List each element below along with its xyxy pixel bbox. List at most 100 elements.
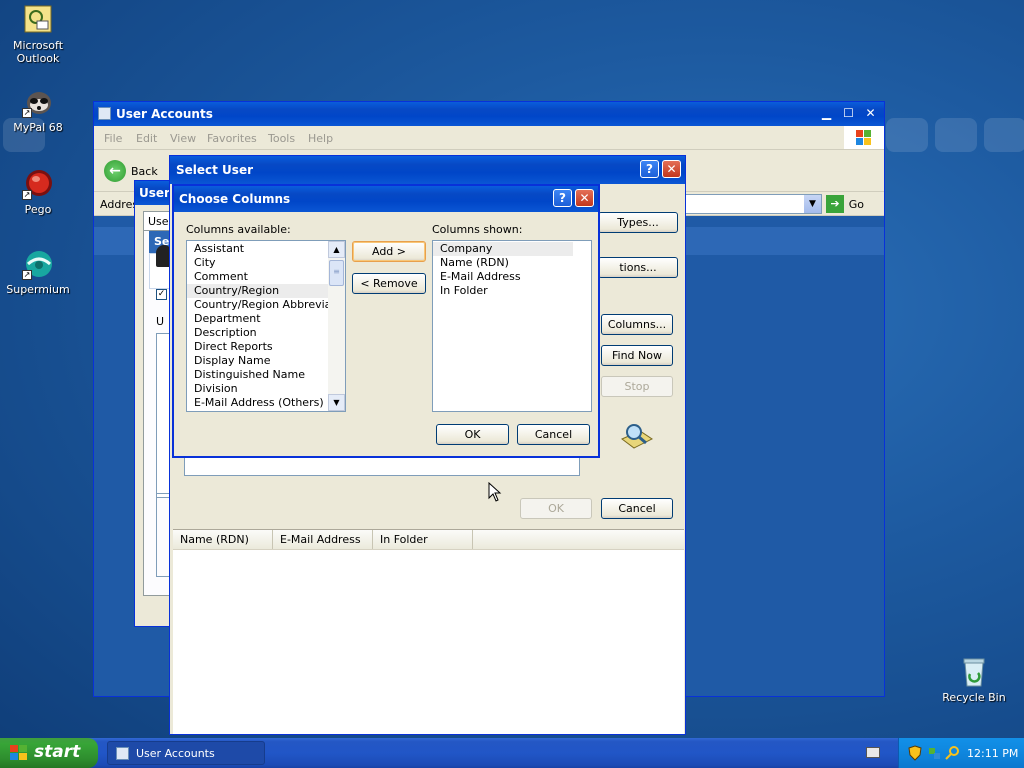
security-shield-icon[interactable] [908,745,922,764]
desktop-icon-supermium[interactable]: ↗ Supermium [0,248,76,296]
back-arrow-icon[interactable]: ← [104,160,126,182]
maximize-button[interactable]: ☐ [839,105,858,123]
scroll-thumb[interactable]: ≡ [329,260,344,286]
cancel-button[interactable]: Cancel [517,424,590,445]
clock[interactable]: 12:11 PM [967,747,1018,760]
remove-button[interactable]: < Remove [352,273,426,294]
desktop-icon-pego[interactable]: ↗ Pego [0,168,76,216]
column-header-name[interactable]: Name (RDN) [173,530,273,549]
window-app-icon [98,107,111,120]
pego-icon: ↗ [22,168,54,200]
desktop-tile [935,118,977,152]
vertical-scrollbar[interactable]: ▲ ≡ ▼ [328,241,345,411]
shown-column-item[interactable]: Company [433,242,573,256]
search-icon[interactable] [945,745,959,764]
ok-button[interactable]: OK [520,498,592,519]
task-app-icon [116,747,129,760]
keyboard-icon[interactable] [866,747,880,758]
search-input-box[interactable] [184,456,580,476]
dropdown-arrow-icon[interactable]: ▼ [804,195,821,213]
available-column-item[interactable]: Direct Reports [187,340,329,354]
checkbox[interactable]: ✓ [156,289,167,300]
user-accounts-titlebar[interactable]: User Accounts ▁ ☐ ✕ [94,102,884,126]
shown-items: Company Name (RDN) E-Mail Address In Folder [433,242,573,298]
window-title: User Accounts [116,107,213,121]
start-button[interactable]: start [0,738,98,768]
choose-columns-dialog: Choose Columns ? ✕ Columns available: As… [172,184,600,458]
locations-button[interactable]: tions... [598,257,678,278]
menu-favorites[interactable]: Favorites [207,132,257,145]
dialog-title: Select User [176,163,254,177]
available-column-item[interactable]: Distinguished Name [187,368,329,382]
columns-shown-list[interactable]: Company Name (RDN) E-Mail Address In Folder [432,240,592,412]
column-header-email[interactable]: E-Mail Address [273,530,373,549]
cancel-button[interactable]: Cancel [601,498,673,519]
available-column-item[interactable]: City [187,256,329,270]
close-button[interactable]: ✕ [861,105,880,123]
column-header-folder[interactable]: In Folder [373,530,473,549]
menu-help[interactable]: Help [308,132,333,145]
desktop-icon-label: Recycle Bin [942,691,1006,704]
available-items: Assistant City Comment Country/Region Countr… [187,242,329,410]
desktop-icon-outlook[interactable]: Microsoft Outlook [0,4,76,65]
windows-logo-icon [844,126,884,149]
outlook-icon [22,4,54,36]
recycle-bin-icon [958,656,990,688]
windows-flag-icon [10,745,28,766]
object-types-button[interactable]: Types... [598,212,678,233]
mypal-icon: ↗ [22,86,54,118]
task-label: User Accounts [136,747,215,760]
menu-tools[interactable]: Tools [268,132,295,145]
available-column-item[interactable]: Assistant [187,242,329,256]
help-button[interactable]: ? [553,189,572,207]
partial-label: U [156,315,165,328]
available-column-item[interactable]: Country/Region [187,284,329,298]
find-now-button[interactable]: Find Now [601,345,673,366]
desktop-icon-mypal[interactable]: ↗ MyPal 68 [0,86,76,134]
desktop-icon-label: MyPal 68 [13,121,63,134]
shown-column-item[interactable]: E-Mail Address [433,270,573,284]
mouse-cursor-icon [488,481,502,505]
available-column-item[interactable]: Comment [187,270,329,284]
help-button[interactable]: ? [640,160,659,178]
available-column-item[interactable]: Division [187,382,329,396]
desktop-tile [984,118,1024,152]
taskbar-task-user-accounts[interactable]: User Accounts [107,741,265,765]
go-arrow-icon[interactable]: ➔ [826,195,844,213]
menu-edit[interactable]: Edit [136,132,157,145]
available-column-item[interactable]: Description [187,326,329,340]
shortcut-arrow-icon: ↗ [22,190,32,200]
go-button-label[interactable]: Go [849,198,864,211]
select-user-titlebar[interactable]: Select User ? ✕ [170,156,685,184]
columns-button[interactable]: Columns... [601,314,673,335]
available-column-item[interactable]: Display Name [187,354,329,368]
close-button[interactable]: ✕ [662,160,681,178]
menu-view[interactable]: View [170,132,196,145]
menu-file[interactable]: File [104,132,122,145]
shortcut-arrow-icon: ↗ [22,270,32,280]
results-list[interactable]: Name (RDN) E-Mail Address In Folder [173,529,684,734]
back-button-label[interactable]: Back [131,165,158,178]
close-button[interactable]: ✕ [575,189,594,207]
shown-column-item[interactable]: In Folder [433,284,573,298]
scroll-up-arrow-icon[interactable]: ▲ [328,241,345,258]
available-column-item[interactable]: Department [187,312,329,326]
network-icon[interactable] [927,745,941,764]
desktop-icon-recycle-bin[interactable]: Recycle Bin [936,656,1012,704]
shown-column-item[interactable]: Name (RDN) [433,256,573,270]
available-column-item[interactable]: E-Mail Address (Others) [187,396,329,410]
stop-button[interactable]: Stop [601,376,673,397]
system-tray: 12:11 PM [898,738,1024,768]
columns-available-list[interactable]: Assistant City Comment Country/Region Countr… [186,240,346,412]
shortcut-arrow-icon: ↗ [22,108,32,118]
search-users-icon [620,421,654,451]
start-label: start [34,742,81,762]
add-button[interactable]: Add > [352,241,426,262]
desktop-icon-label: Microsoft Outlook [12,39,64,65]
available-column-item[interactable]: Country/Region Abbrevia... [187,298,329,312]
minimize-button[interactable]: ▁ [817,105,836,123]
columns-shown-label: Columns shown: [432,223,523,236]
ok-button[interactable]: OK [436,424,509,445]
choose-columns-titlebar[interactable]: Choose Columns ? ✕ [174,186,598,212]
scroll-down-arrow-icon[interactable]: ▼ [328,394,345,411]
